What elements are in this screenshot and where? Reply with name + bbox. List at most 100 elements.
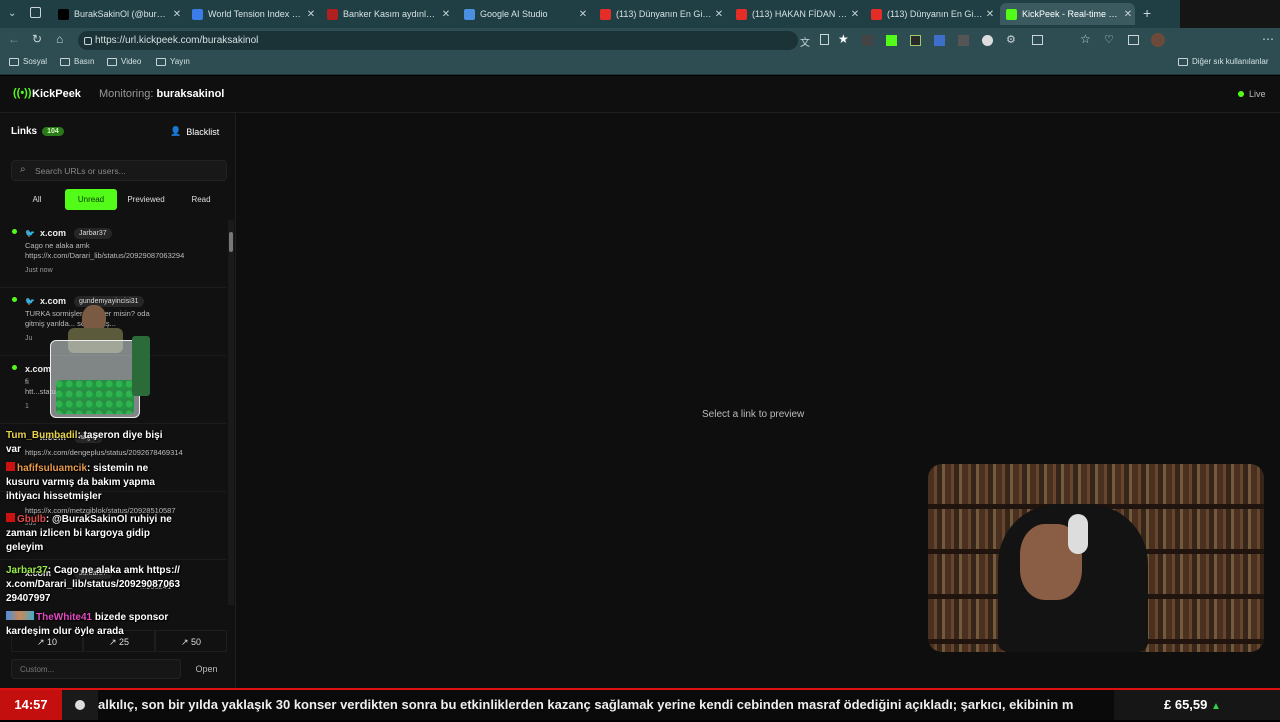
search-input[interactable]: ⌕ Search URLs or users... (11, 160, 227, 181)
bookmark-basin[interactable]: Basın (60, 57, 94, 66)
extension-icon-2[interactable] (886, 35, 897, 46)
bird-icon: 🐦 (25, 228, 35, 238)
app-logo: KickPeek (32, 88, 81, 100)
favorites-icon[interactable]: ☆ (1080, 32, 1091, 46)
domain-text: x.com (39, 228, 66, 238)
live-indicator: Live (1238, 89, 1266, 99)
back-icon[interactable]: ← (8, 32, 20, 46)
filter-unread[interactable]: Unread (65, 189, 117, 210)
folder-icon (1178, 57, 1188, 66)
tab-3[interactable]: Google AI Studio ✕ (458, 3, 590, 25)
close-icon[interactable]: ✕ (848, 9, 862, 20)
ticker-price: £ 65,59 ▲ (1114, 690, 1280, 720)
extension-icon-5[interactable] (958, 35, 969, 46)
favorite-star-icon[interactable]: ★ (838, 32, 849, 46)
tab-search-icon[interactable]: ⌄ (8, 8, 16, 19)
filter-previewed[interactable]: Previewed (119, 189, 173, 210)
b-icon (327, 8, 338, 20)
close-icon[interactable]: ✕ (983, 9, 997, 20)
bookmarks-bar: Sosyal Basın Video Yayın Diğer sık kulla… (0, 53, 1280, 75)
list-item[interactable]: 🐦 x.com Jarbar37 Cago ne alaka amk https:/… (0, 220, 226, 288)
close-icon[interactable]: ✕ (712, 9, 726, 20)
unread-dot (12, 297, 17, 302)
folder-icon (9, 57, 19, 66)
collections-icon[interactable]: ♡ (1104, 33, 1114, 46)
close-icon[interactable]: ✕ (576, 9, 590, 20)
blacklist-label: Blacklist (186, 126, 220, 137)
browser-tab-bar: ⌄ BurakSakinOl (@buraktut_)✕World Tensio… (0, 0, 1280, 56)
chat-badge-icon (6, 513, 15, 522)
url-input[interactable]: https://url.kickpeek.com/buraksakinol (78, 31, 798, 50)
new-tab-button[interactable]: + (1143, 5, 1151, 21)
chat-message: Tum_Bumbadil: taşeron diye bişi var (6, 430, 163, 455)
tab-1[interactable]: World Tension Index — Wo✕ (186, 3, 318, 25)
live-dot-icon (1238, 91, 1244, 97)
chat-message: hafifsuluamcik: sistemin ne kusuru varmı… (6, 462, 155, 502)
screenshot-icon[interactable] (1128, 35, 1139, 45)
custom-input[interactable]: Custom... (11, 659, 181, 679)
other-bookmarks[interactable]: Diğer sık kullanılanlar (1178, 57, 1268, 66)
menu-icon[interactable]: ⋯ (1262, 32, 1274, 46)
home-icon[interactable]: ⌂ (56, 32, 63, 46)
close-icon[interactable]: ✕ (1121, 9, 1135, 20)
search-placeholder: Search URLs or users... (35, 166, 126, 176)
chat-message: TheWhite41 bizede sponsor kardeşim olur … (6, 611, 178, 639)
close-icon[interactable]: ✕ (439, 9, 453, 20)
chat-username: Gbulb (17, 514, 46, 525)
tab-2[interactable]: Banker Kasım aydınlatacak!✕ (321, 3, 453, 25)
bookmark-video[interactable]: Video (107, 57, 141, 66)
tab-5[interactable]: (113) HAKAN FİDAN MI ? ✕ (730, 3, 862, 25)
app-header: ((•)) KickPeek Monitoring: buraksakinol … (0, 76, 1280, 113)
chat-badge-icon (6, 611, 34, 620)
bookmark-sosyal[interactable]: Sosyal (9, 57, 47, 66)
open-button[interactable]: Open (186, 659, 227, 679)
translate-icon[interactable]: 文 (800, 34, 810, 49)
tab-4[interactable]: (113) Dünyanın En Gizli Yah✕ (594, 3, 726, 25)
streamer-cutout-image (20, 300, 155, 425)
blacklist-button[interactable]: 👤 Blacklist (170, 126, 219, 137)
links-heading: Links 104 (11, 126, 64, 137)
x-icon (58, 8, 69, 20)
tab-title: KickPeek - Real-time URL C (1022, 9, 1121, 19)
close-icon[interactable]: ✕ (170, 9, 184, 20)
bookmark-yayin[interactable]: Yayın (156, 57, 190, 66)
monitoring-user: buraksakinol (156, 88, 225, 100)
webcam-overlay (928, 464, 1264, 652)
news-ticker: 14:57 alkılıç, son bir yılda yaklaşık 30… (0, 688, 1280, 720)
headphones-icon (1068, 514, 1088, 554)
list-scrollbar[interactable] (228, 220, 234, 605)
extension-icon-6[interactable] (982, 35, 993, 46)
extension-icon-3[interactable] (910, 35, 921, 46)
tab-0[interactable]: BurakSakinOl (@buraktut_)✕ (52, 3, 184, 25)
filter-all[interactable]: All (11, 189, 63, 210)
extension-icon-4[interactable] (934, 35, 945, 46)
split-screen-icon[interactable] (1032, 35, 1043, 45)
reload-icon[interactable]: ↻ (32, 32, 42, 46)
tab-7[interactable]: KickPeek - Real-time URL C✕ (1000, 3, 1135, 25)
profile-avatar[interactable] (1151, 33, 1165, 47)
ticker-headline: alkılıç, son bir yılda yaklaşık 30 konse… (98, 697, 1074, 712)
extension-icon-1[interactable] (862, 35, 873, 46)
filter-read[interactable]: Read (175, 189, 227, 210)
jar-lid (132, 336, 150, 396)
ticker-bullet-icon (62, 690, 98, 720)
tab-6[interactable]: (113) Dünyanın En Gizli Yah✕ (865, 3, 997, 25)
close-icon[interactable]: ✕ (304, 9, 318, 20)
tab-title: (113) HAKAN FİDAN MI ? (752, 9, 848, 19)
reader-icon[interactable] (820, 34, 829, 45)
youtube-icon (600, 8, 611, 20)
site-info-icon[interactable] (84, 37, 92, 45)
item-user: Jarbar37 (74, 228, 112, 239)
extensions-puzzle-icon[interactable]: ⚙ (1006, 33, 1016, 46)
youtube-icon (736, 8, 747, 20)
message-text: Cago ne alaka amk (25, 241, 90, 250)
unread-dot (12, 229, 17, 234)
chat-username: hafifsuluamcik (17, 463, 88, 474)
scrollbar-thumb[interactable] (229, 232, 233, 252)
trend-up-icon: ▲ (1211, 701, 1221, 712)
chat-username: TheWhite41 (36, 612, 93, 623)
stat-value: 50 (191, 637, 202, 647)
monitoring-prefix: Monitoring: (99, 88, 154, 100)
workspaces-icon[interactable] (30, 7, 41, 18)
chat-username: Jarbar37 (6, 565, 48, 576)
